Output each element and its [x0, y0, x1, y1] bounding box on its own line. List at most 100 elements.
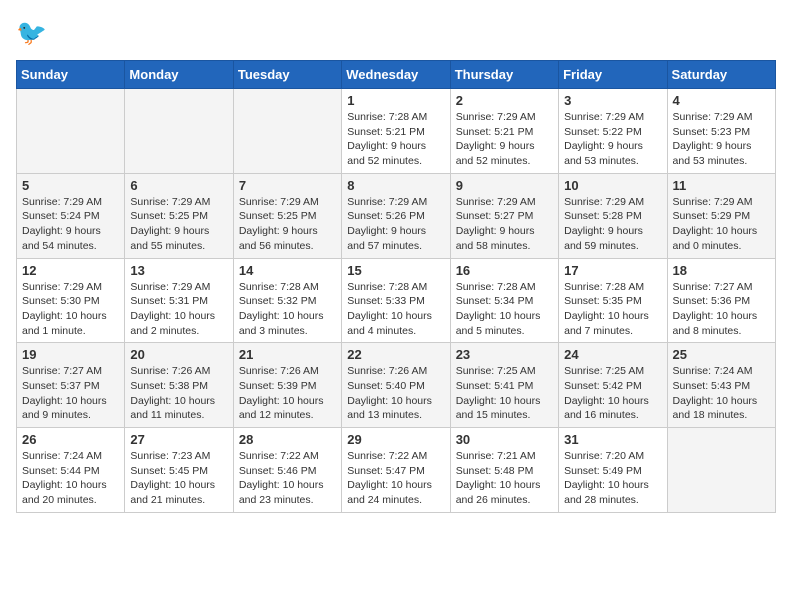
page-header: 🐦	[16, 16, 776, 48]
day-info: Sunrise: 7:20 AM Sunset: 5:49 PM Dayligh…	[564, 449, 661, 508]
day-info: Sunrise: 7:21 AM Sunset: 5:48 PM Dayligh…	[456, 449, 553, 508]
calendar-cell	[667, 428, 775, 513]
day-info: Sunrise: 7:29 AM Sunset: 5:22 PM Dayligh…	[564, 110, 661, 169]
day-number: 11	[673, 178, 770, 193]
calendar-cell: 12Sunrise: 7:29 AM Sunset: 5:30 PM Dayli…	[17, 258, 125, 343]
day-info: Sunrise: 7:29 AM Sunset: 5:24 PM Dayligh…	[22, 195, 119, 254]
logo-icon: 🐦	[16, 16, 48, 48]
weekday-tuesday: Tuesday	[233, 61, 341, 89]
day-info: Sunrise: 7:23 AM Sunset: 5:45 PM Dayligh…	[130, 449, 227, 508]
day-number: 7	[239, 178, 336, 193]
day-number: 21	[239, 347, 336, 362]
calendar-week-1: 1 Sunrise: 7:28 AM Sunset: 5:21 PM Daylig…	[17, 89, 776, 174]
day-number: 25	[673, 347, 770, 362]
day-info: Sunrise: 7:29 AM Sunset: 5:25 PM Dayligh…	[130, 195, 227, 254]
day-info: Sunrise: 7:27 AM Sunset: 5:37 PM Dayligh…	[22, 364, 119, 423]
day-info: Sunrise: 7:28 AM Sunset: 5:34 PM Dayligh…	[456, 280, 553, 339]
day-number: 20	[130, 347, 227, 362]
calendar-cell: 23 Sunrise: 7:25 AM Sunset: 5:41 PM Dayli…	[450, 343, 558, 428]
day-number: 8	[347, 178, 444, 193]
calendar-week-3: 12Sunrise: 7:29 AM Sunset: 5:30 PM Dayli…	[17, 258, 776, 343]
day-info: Sunrise: 7:28 AM Sunset: 5:21 PM Dayligh…	[347, 110, 444, 169]
day-number: 18	[673, 263, 770, 278]
day-number: 16	[456, 263, 553, 278]
calendar-cell: 4 Sunrise: 7:29 AM Sunset: 5:23 PM Daylig…	[667, 89, 775, 174]
calendar-cell	[233, 89, 341, 174]
day-number: 29	[347, 432, 444, 447]
day-info: Sunrise: 7:29 AM Sunset: 5:27 PM Dayligh…	[456, 195, 553, 254]
day-number: 27	[130, 432, 227, 447]
logo: 🐦	[16, 16, 52, 48]
day-info: Sunrise: 7:26 AM Sunset: 5:40 PM Dayligh…	[347, 364, 444, 423]
day-number: 22	[347, 347, 444, 362]
calendar-cell: 18 Sunrise: 7:27 AM Sunset: 5:36 PM Dayli…	[667, 258, 775, 343]
day-info: Sunrise: 7:29 AM Sunset: 5:26 PM Dayligh…	[347, 195, 444, 254]
day-number: 6	[130, 178, 227, 193]
day-info: Sunrise: 7:22 AM Sunset: 5:46 PM Dayligh…	[239, 449, 336, 508]
calendar-cell: 2Sunrise: 7:29 AM Sunset: 5:21 PM Daylig…	[450, 89, 558, 174]
day-number: 1	[347, 93, 444, 108]
calendar-cell: 3 Sunrise: 7:29 AM Sunset: 5:22 PM Daylig…	[559, 89, 667, 174]
calendar-cell: 19 Sunrise: 7:27 AM Sunset: 5:37 PM Dayli…	[17, 343, 125, 428]
day-number: 28	[239, 432, 336, 447]
calendar-cell: 15 Sunrise: 7:28 AM Sunset: 5:33 PM Dayli…	[342, 258, 450, 343]
weekday-header-row: SundayMondayTuesdayWednesdayThursdayFrid…	[17, 61, 776, 89]
calendar-cell: 30Sunrise: 7:21 AM Sunset: 5:48 PM Dayli…	[450, 428, 558, 513]
calendar-cell: 10Sunrise: 7:29 AM Sunset: 5:28 PM Dayli…	[559, 173, 667, 258]
weekday-friday: Friday	[559, 61, 667, 89]
calendar-week-2: 5 Sunrise: 7:29 AM Sunset: 5:24 PM Daylig…	[17, 173, 776, 258]
calendar-cell: 8 Sunrise: 7:29 AM Sunset: 5:26 PM Daylig…	[342, 173, 450, 258]
day-number: 12	[22, 263, 119, 278]
day-info: Sunrise: 7:29 AM Sunset: 5:31 PM Dayligh…	[130, 280, 227, 339]
day-info: Sunrise: 7:27 AM Sunset: 5:36 PM Dayligh…	[673, 280, 770, 339]
calendar-cell: 6 Sunrise: 7:29 AM Sunset: 5:25 PM Daylig…	[125, 173, 233, 258]
day-info: Sunrise: 7:28 AM Sunset: 5:33 PM Dayligh…	[347, 280, 444, 339]
day-number: 17	[564, 263, 661, 278]
weekday-wednesday: Wednesday	[342, 61, 450, 89]
calendar-cell: 13 Sunrise: 7:29 AM Sunset: 5:31 PM Dayli…	[125, 258, 233, 343]
day-info: Sunrise: 7:24 AM Sunset: 5:43 PM Dayligh…	[673, 364, 770, 423]
day-number: 5	[22, 178, 119, 193]
weekday-saturday: Saturday	[667, 61, 775, 89]
day-info: Sunrise: 7:28 AM Sunset: 5:32 PM Dayligh…	[239, 280, 336, 339]
calendar-cell: 17 Sunrise: 7:28 AM Sunset: 5:35 PM Dayli…	[559, 258, 667, 343]
day-info: Sunrise: 7:29 AM Sunset: 5:28 PM Dayligh…	[564, 195, 661, 254]
weekday-sunday: Sunday	[17, 61, 125, 89]
svg-text:🐦: 🐦	[16, 19, 47, 47]
day-info: Sunrise: 7:29 AM Sunset: 5:23 PM Dayligh…	[673, 110, 770, 169]
day-info: Sunrise: 7:25 AM Sunset: 5:41 PM Dayligh…	[456, 364, 553, 423]
day-info: Sunrise: 7:26 AM Sunset: 5:39 PM Dayligh…	[239, 364, 336, 423]
calendar-cell: 5 Sunrise: 7:29 AM Sunset: 5:24 PM Daylig…	[17, 173, 125, 258]
calendar-cell: 21 Sunrise: 7:26 AM Sunset: 5:39 PM Dayli…	[233, 343, 341, 428]
calendar-cell: 26 Sunrise: 7:24 AM Sunset: 5:44 PM Dayli…	[17, 428, 125, 513]
day-number: 2	[456, 93, 553, 108]
calendar-cell: 31 Sunrise: 7:20 AM Sunset: 5:49 PM Dayli…	[559, 428, 667, 513]
weekday-thursday: Thursday	[450, 61, 558, 89]
day-number: 14	[239, 263, 336, 278]
day-info: Sunrise: 7:28 AM Sunset: 5:35 PM Dayligh…	[564, 280, 661, 339]
day-info: Sunrise: 7:26 AM Sunset: 5:38 PM Dayligh…	[130, 364, 227, 423]
day-number: 15	[347, 263, 444, 278]
day-number: 4	[673, 93, 770, 108]
day-number: 13	[130, 263, 227, 278]
calendar-header: SundayMondayTuesdayWednesdayThursdayFrid…	[17, 61, 776, 89]
calendar-cell: 20 Sunrise: 7:26 AM Sunset: 5:38 PM Dayli…	[125, 343, 233, 428]
calendar-cell: 11Sunrise: 7:29 AM Sunset: 5:29 PM Dayli…	[667, 173, 775, 258]
calendar-week-4: 19 Sunrise: 7:27 AM Sunset: 5:37 PM Dayli…	[17, 343, 776, 428]
day-number: 31	[564, 432, 661, 447]
day-number: 3	[564, 93, 661, 108]
day-info: Sunrise: 7:22 AM Sunset: 5:47 PM Dayligh…	[347, 449, 444, 508]
calendar-cell: 24Sunrise: 7:25 AM Sunset: 5:42 PM Dayli…	[559, 343, 667, 428]
day-info: Sunrise: 7:24 AM Sunset: 5:44 PM Dayligh…	[22, 449, 119, 508]
day-number: 26	[22, 432, 119, 447]
day-info: Sunrise: 7:25 AM Sunset: 5:42 PM Dayligh…	[564, 364, 661, 423]
weekday-monday: Monday	[125, 61, 233, 89]
calendar-body: 1 Sunrise: 7:28 AM Sunset: 5:21 PM Daylig…	[17, 89, 776, 513]
day-number: 23	[456, 347, 553, 362]
day-number: 19	[22, 347, 119, 362]
calendar-cell: 28 Sunrise: 7:22 AM Sunset: 5:46 PM Dayli…	[233, 428, 341, 513]
calendar-cell: 27 Sunrise: 7:23 AM Sunset: 5:45 PM Dayli…	[125, 428, 233, 513]
calendar-cell: 14 Sunrise: 7:28 AM Sunset: 5:32 PM Dayli…	[233, 258, 341, 343]
calendar-cell: 1 Sunrise: 7:28 AM Sunset: 5:21 PM Daylig…	[342, 89, 450, 174]
calendar-cell: 29 Sunrise: 7:22 AM Sunset: 5:47 PM Dayli…	[342, 428, 450, 513]
